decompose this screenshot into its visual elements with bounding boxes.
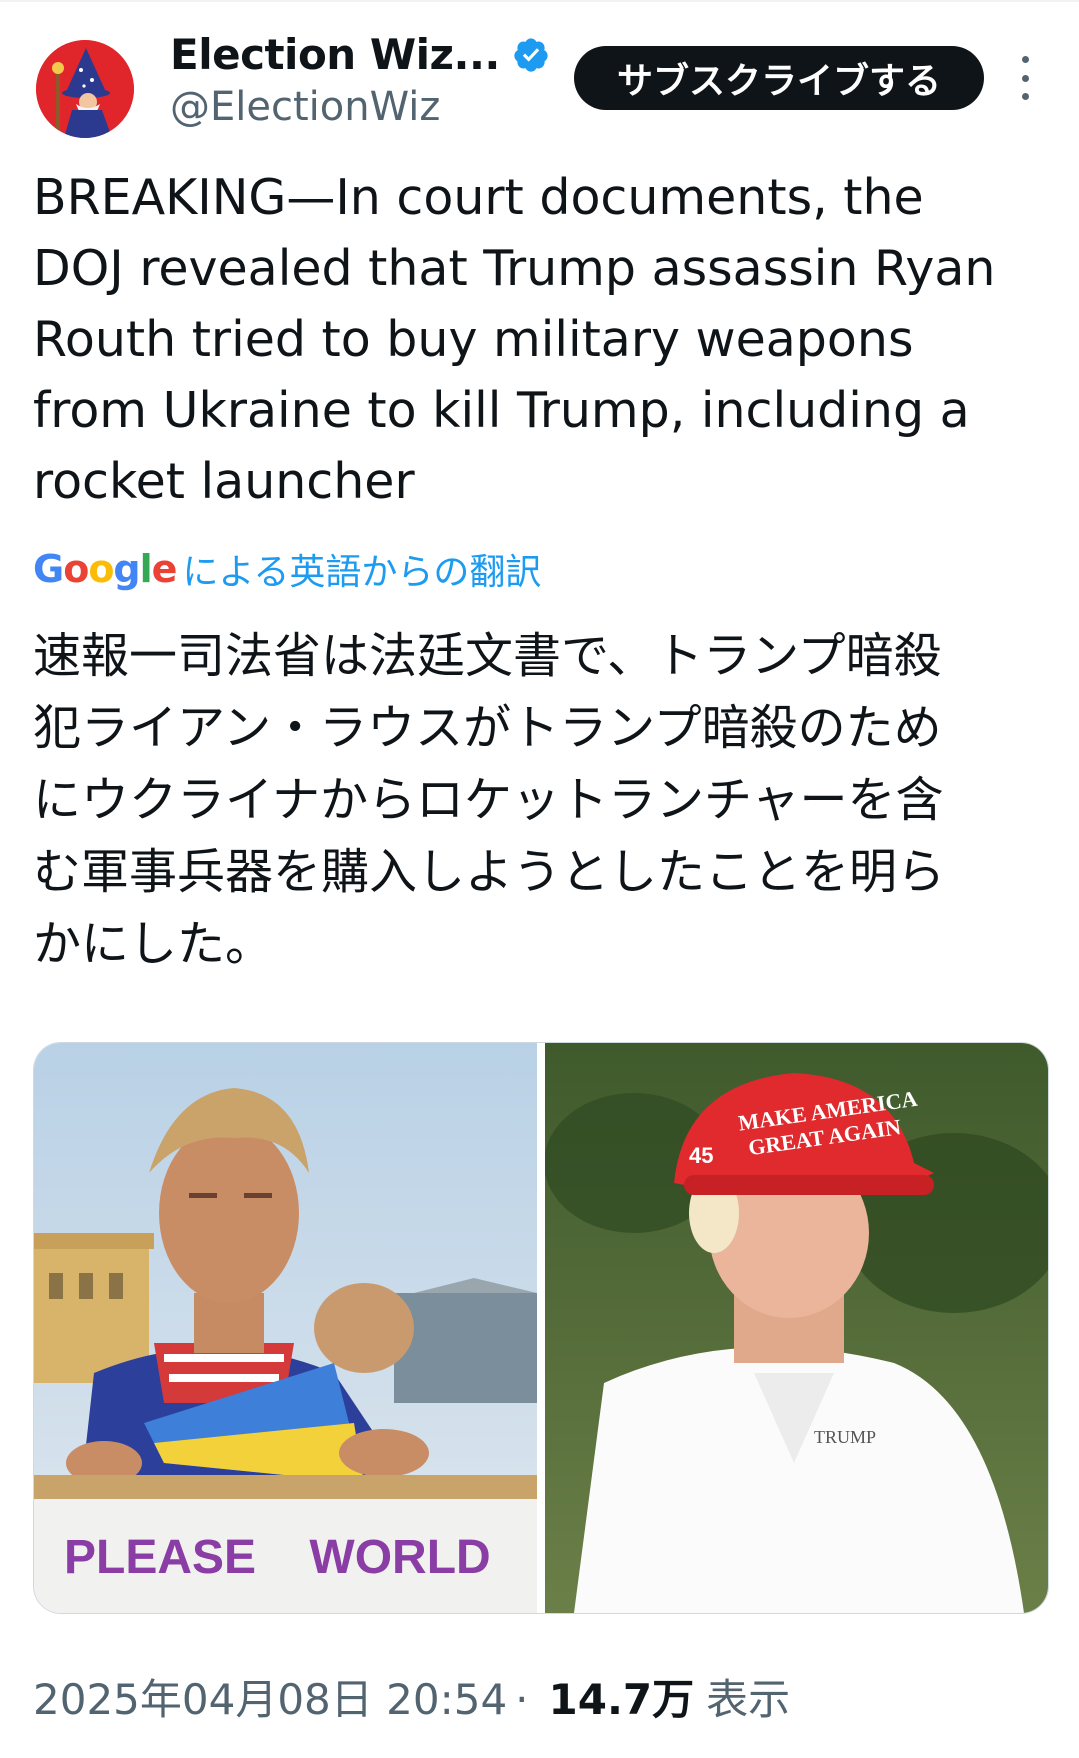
google-logo: Google: [33, 547, 177, 591]
cap-number: 45: [689, 1143, 713, 1168]
right-photo[interactable]: TRUMP MAKE AMERICA GREAT AGAIN 45: [544, 1043, 1048, 1613]
meta-separator: ·: [515, 1675, 529, 1724]
tweet-text: BREAKING—In court documents, the DOJ rev…: [33, 169, 996, 510]
tweet-media[interactable]: PLEASE WORLD TRUMP MAKE AMERICA GREAT AG…: [33, 1042, 1049, 1614]
subscribe-button[interactable]: サブスクライブする: [574, 46, 984, 110]
more-options-icon[interactable]: [1014, 56, 1036, 100]
media-photos: PLEASE WORLD TRUMP MAKE AMERICA GREAT AG…: [34, 1043, 1048, 1613]
left-photo[interactable]: PLEASE WORLD: [34, 1043, 537, 1613]
sign-text: PLEASE WORLD: [64, 1531, 491, 1584]
more-dot: [1021, 74, 1029, 82]
tweet-meta: 2025年04月08日 20:54 · 14.7万 表示: [33, 1666, 790, 1727]
wizard-avatar-icon: [36, 40, 134, 138]
author-display-name[interactable]: Election Wiz...: [170, 30, 500, 79]
verified-badge-icon: [514, 37, 548, 72]
author-handle[interactable]: @ElectionWiz: [170, 84, 440, 130]
author-avatar[interactable]: [36, 40, 134, 138]
translated-text: 速報一司法省は法廷文書で、トランプ暗殺 犯ライアン・ラウスがトランプ暗殺のため …: [33, 628, 946, 972]
translation-attribution[interactable]: Google による英語からの翻訳: [33, 543, 541, 595]
views-count: 14.7万: [548, 1675, 695, 1724]
author-name-row: Election Wiz...: [170, 30, 550, 79]
views-label: 表示: [706, 1675, 791, 1724]
more-dot: [1021, 56, 1029, 63]
more-dot: [1021, 93, 1029, 100]
top-divider: [0, 0, 1079, 2]
shirt-logo-text: TRUMP: [814, 1427, 876, 1447]
timestamp[interactable]: 2025年04月08日 20:54: [33, 1666, 507, 1727]
translation-label[interactable]: による英語からの翻訳: [182, 543, 541, 595]
